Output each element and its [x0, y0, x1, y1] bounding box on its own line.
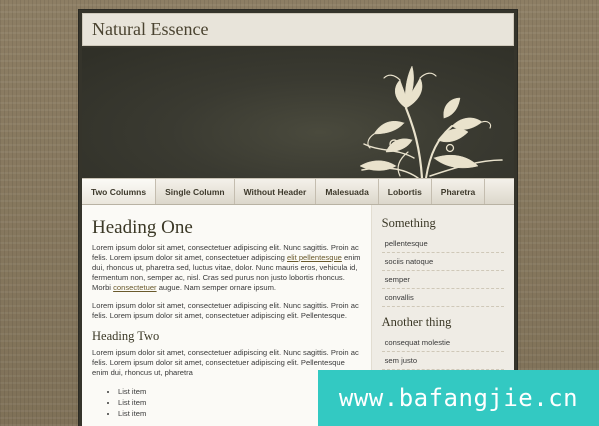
sidebar-link[interactable]: convallis	[381, 289, 504, 307]
sidebar-link[interactable]: consequat molestie	[381, 334, 504, 352]
nav-item-malesuada[interactable]: Malesuada	[316, 179, 379, 204]
header-banner	[82, 48, 514, 178]
sidebar-link[interactable]: semper	[381, 271, 504, 289]
nav-item-two-columns[interactable]: Two Columns	[82, 179, 157, 204]
link-elit-pellentesque[interactable]: elit pellentesque	[287, 253, 342, 262]
heading-two: Heading Two	[92, 329, 160, 343]
site-title[interactable]: Natural Essence	[92, 19, 208, 40]
nav-item-without-header[interactable]: Without Header	[235, 179, 317, 204]
sidebar-list-something: pellentesque sociis natoque semper conva…	[381, 235, 504, 307]
sidebar-link[interactable]: sociis natoque	[381, 253, 504, 271]
sidebar-link[interactable]: pellentesque	[381, 235, 504, 253]
sidebar-heading-another-thing: Another thing	[381, 315, 452, 329]
paragraph-2: Lorem ipsum dolor sit amet, consectetuer…	[92, 301, 359, 320]
page-container: Natural Essence Two Columns Single Colum…	[78, 9, 518, 426]
paragraph-text: augue. Nam semper ornare ipsum.	[156, 283, 277, 292]
paragraph-1: Lorem ipsum dolor sit amet, consectetuer…	[92, 243, 361, 293]
sidebar-link[interactable]: sem justo	[381, 352, 504, 370]
main-nav: Two Columns Single Column Without Header…	[82, 178, 514, 205]
nav-item-pharetra[interactable]: Pharetra	[432, 179, 486, 204]
flower-ornament-icon	[359, 65, 503, 178]
heading-one: Heading One	[92, 217, 193, 238]
sidebar-heading-something: Something	[381, 216, 436, 230]
nav-item-lobortis[interactable]: Lobortis	[379, 179, 432, 204]
nav-item-single-column[interactable]: Single Column	[156, 179, 235, 204]
site-header: Natural Essence	[82, 13, 514, 46]
watermark-banner: www.bafangjie.cn	[318, 370, 599, 426]
link-consectetuer[interactable]: consectetuer	[113, 283, 156, 292]
watermark-text: www.bafangjie.cn	[338, 384, 579, 412]
